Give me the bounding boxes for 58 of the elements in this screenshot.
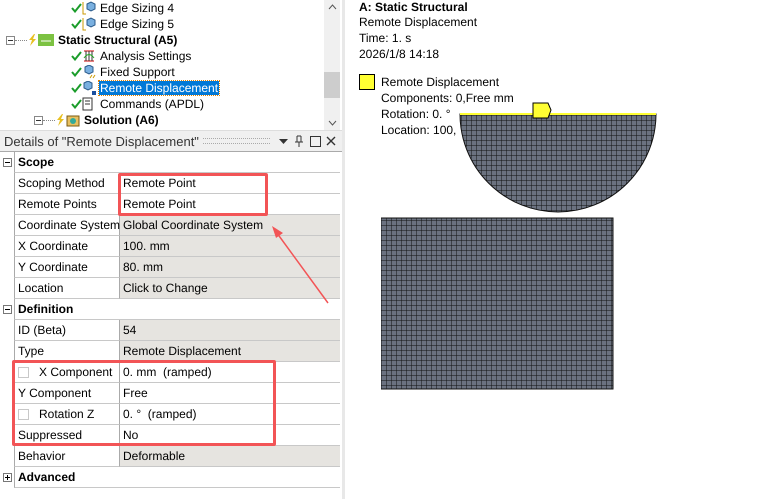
property-name: ID (Beta) — [18, 323, 66, 337]
legend-text: Rotation: 0. ° — [381, 106, 452, 122]
viewport-title: A: Static Structural — [359, 0, 469, 14]
tree-item[interactable]: Remote Displacement — [99, 81, 220, 95]
legend-text: Components: 0,Free mm — [381, 90, 514, 106]
property-value: Click to Change — [120, 278, 340, 299]
tree-item[interactable]: Static Structural (A5) — [57, 33, 178, 47]
property-name: X Coordinate — [18, 239, 88, 253]
collapse-toggle[interactable] — [34, 116, 43, 124]
structural-icon — [38, 33, 54, 47]
property-name: Rotation Z — [39, 407, 94, 421]
collapse-toggle[interactable] — [2, 158, 12, 167]
analysis-settings-icon — [82, 49, 96, 63]
pin-icon[interactable] — [292, 134, 306, 148]
legend-text: Location: 100, — [381, 122, 458, 138]
tree-item[interactable]: Analysis Settings — [99, 49, 192, 63]
collapse-toggle[interactable] — [2, 305, 12, 314]
property-name: Y Coordinate — [18, 260, 88, 274]
info-text: Remote Displacement — [359, 14, 478, 30]
checkbox[interactable] — [18, 366, 29, 378]
support-icon — [82, 65, 96, 79]
legend-label: Remote Displacement — [381, 74, 500, 90]
info-text: Time: 1. s — [359, 30, 412, 46]
property-name: Remote Points — [18, 197, 97, 211]
cube-icon — [82, 1, 96, 15]
collapse-toggle[interactable] — [6, 36, 15, 44]
property-name: Type — [18, 344, 44, 358]
section-title: Advanced — [14, 467, 340, 488]
panel-title: Details of "Remote Displacement" — [4, 134, 199, 148]
tree-item[interactable]: Solution (A6) — [83, 113, 160, 127]
remote-point-marker — [532, 102, 552, 118]
property-value: 80. mm — [120, 257, 340, 278]
info-text: 2026/1/8 14:18 — [359, 46, 440, 62]
remote-point-icon — [82, 81, 96, 95]
solution-icon — [66, 113, 80, 127]
property-name: X Component — [39, 365, 112, 379]
tree-item[interactable]: Commands (APDL) — [99, 97, 206, 111]
property-value: 100. mm — [120, 236, 340, 257]
property-name: Behavior — [18, 449, 66, 463]
property-value: 54 — [120, 320, 340, 341]
tree-item[interactable]: Edge Sizing 4 — [99, 1, 176, 15]
scrollbar-thumb[interactable] — [324, 72, 340, 98]
collapse-toggle[interactable] — [2, 473, 12, 482]
scrollbar[interactable] — [324, 0, 340, 130]
property-name: Y Component — [18, 386, 92, 400]
cube-icon — [82, 17, 96, 31]
property-value: Global Coordinate System — [120, 215, 340, 236]
property-name: Suppressed — [18, 428, 82, 442]
tree-item[interactable]: Edge Sizing 5 — [99, 17, 176, 31]
property-name: Location — [18, 281, 64, 295]
close-icon[interactable] — [324, 134, 338, 148]
property-value: Deformable — [120, 446, 340, 467]
checkbox[interactable] — [18, 408, 29, 420]
property-value: Remote Displacement — [120, 341, 340, 362]
property-name: Coordinate System — [18, 218, 120, 232]
maximize-icon[interactable] — [308, 134, 322, 148]
tree-item[interactable]: Fixed Support — [99, 65, 176, 79]
property-name: Scoping Method — [18, 176, 105, 190]
